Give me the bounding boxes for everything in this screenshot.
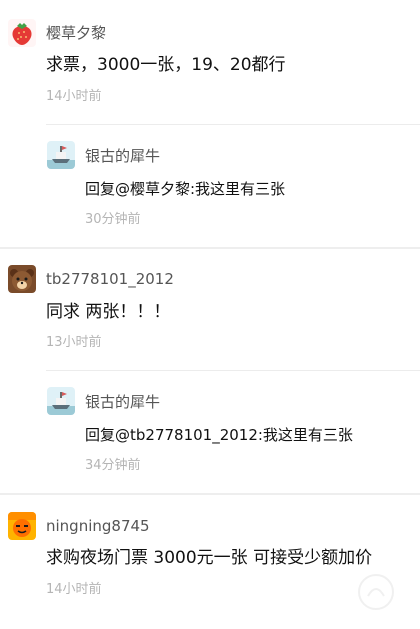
comment-username[interactable]: 樱草夕黎 xyxy=(46,23,106,43)
ship-avatar-icon[interactable] xyxy=(47,141,75,169)
reply-time: 34分钟前 xyxy=(85,458,141,473)
orange-face-avatar-icon[interactable] xyxy=(8,512,36,540)
comment-content: 求票，3000一张，19、20都行 xyxy=(46,55,286,75)
reply-divider xyxy=(46,124,420,125)
strawberry-avatar-icon[interactable] xyxy=(8,19,36,47)
watermark-icon xyxy=(358,574,394,610)
reply-content: 回复@樱草夕黎:我这里有三张 xyxy=(85,180,286,198)
comment-time: 13小时前 xyxy=(46,335,102,350)
reply-divider xyxy=(46,370,420,371)
comment-time: 14小时前 xyxy=(46,89,102,104)
bear-avatar-icon[interactable] xyxy=(8,265,36,293)
comment-thread: 樱草夕黎 求票，3000一张，19、20都行 14小时前 银古的犀牛 回复@樱草… xyxy=(0,0,420,248)
comment-username[interactable]: tb2778101_2012 xyxy=(46,269,174,289)
reply-username[interactable]: 银古的犀牛 xyxy=(85,392,160,412)
reply-time: 30分钟前 xyxy=(85,212,141,227)
comment-content: 同求 两张！！！ xyxy=(46,302,171,322)
comment-thread: tb2778101_2012 同求 两张！！！ 13小时前 银古的犀牛 回复@t… xyxy=(0,249,420,492)
comment-time: 14小时前 xyxy=(46,582,102,597)
comment-content: 求购夜场门票 3000元一张 可接受少额加价 xyxy=(46,548,373,568)
reply-content: 回复@tb2778101_2012:我这里有三张 xyxy=(85,426,353,444)
comment-username[interactable]: ningning8745 xyxy=(46,516,150,536)
reply-username[interactable]: 银古的犀牛 xyxy=(85,146,160,166)
ship-avatar-icon[interactable] xyxy=(47,387,75,415)
